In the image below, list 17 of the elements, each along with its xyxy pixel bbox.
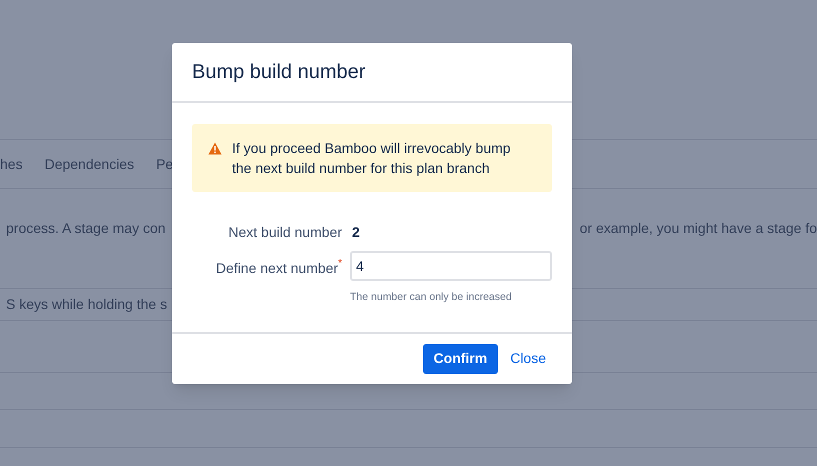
field-label: Next build number [228, 223, 342, 242]
tab[interactable]: Pe [156, 154, 174, 174]
close-link[interactable]: Close [504, 344, 552, 374]
description-text: process. A stage may con [5, 219, 166, 238]
required-icon: * [338, 256, 342, 271]
help-text: The number can only be increased [350, 290, 513, 305]
build-number-value: 2 [351, 223, 361, 242]
confirm-button[interactable]: Confirm [422, 344, 498, 374]
description-text: or example, you might have a stage fo [578, 219, 817, 238]
dialog-title: Bump build number [192, 60, 366, 85]
warning-icon [208, 142, 222, 155]
field-label: Define next number [216, 260, 338, 278]
tab[interactable]: hes [0, 154, 23, 174]
warning-text: If you proceed Bamboo will irrevocably bump the next build number for this plan branch [232, 139, 512, 178]
hint-text: S keys while holding the s [5, 295, 168, 314]
tab[interactable]: Dependencies [44, 154, 134, 174]
number-input[interactable]: 4 [350, 251, 552, 281]
